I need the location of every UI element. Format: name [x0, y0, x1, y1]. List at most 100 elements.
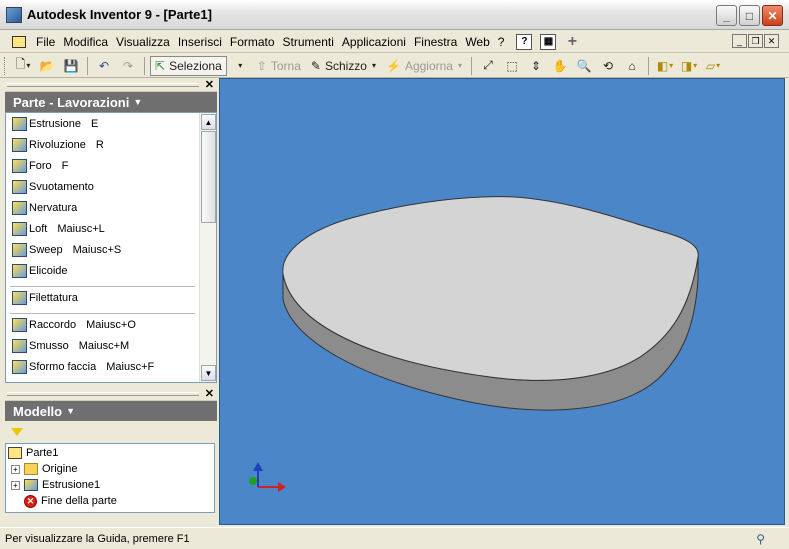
zoom-window-icon[interactable]: ⬚	[501, 56, 523, 76]
end-of-part-icon: ✕	[24, 494, 37, 508]
look-at-icon[interactable]: ⌂	[621, 56, 643, 76]
tree-node-origine[interactable]: + Origine	[6, 461, 214, 477]
inventor-app-icon[interactable]	[6, 6, 22, 23]
return-button[interactable]: ⇧ Torna	[253, 56, 305, 76]
menu-formato[interactable]: Formato	[226, 35, 279, 49]
status-bar: Per visualizzare la Guida, premere F1 ⚲	[0, 527, 789, 549]
select-button[interactable]: ⇱ Seleziona	[150, 55, 227, 76]
sketch-button[interactable]: ✎ Schizzo ▾	[307, 56, 380, 76]
cmd-nervatura[interactable]: Nervatura	[6, 197, 199, 218]
hole-icon	[12, 158, 27, 173]
open-folder-icon[interactable]: 📂	[36, 56, 58, 76]
model-panel-grip[interactable]: ✕	[5, 387, 217, 401]
close-button[interactable]: ✕	[762, 5, 783, 26]
scroll-down-icon[interactable]: ▼	[201, 365, 216, 381]
part-3d-view[interactable]	[220, 79, 785, 525]
tree-node-end-of-part[interactable]: ✕ Fine della parte	[6, 493, 214, 509]
undo-icon[interactable]: ↶	[93, 56, 115, 76]
menu-finestra[interactable]: Finestra	[410, 35, 461, 49]
menu-file[interactable]: File	[32, 35, 59, 49]
model-panel-close-icon[interactable]: ✕	[205, 387, 214, 400]
cmd-filettatura[interactable]: Filettatura	[6, 287, 199, 308]
update-button[interactable]: ⚡ Aggiorna ▾	[382, 56, 466, 76]
maximize-button[interactable]: □	[739, 5, 760, 26]
toolbar-grip[interactable]	[4, 56, 7, 75]
cmd-label: Sformo faccia	[29, 360, 97, 373]
sweep-icon	[12, 242, 27, 257]
cmd-sformo-faccia[interactable]: Sformo faccia Maiusc+F	[6, 356, 199, 377]
model-panel-header[interactable]: Modello ▼	[5, 401, 217, 421]
zoom-icon[interactable]: ⇕	[525, 56, 547, 76]
minimize-button[interactable]: _	[716, 5, 737, 26]
menu-applicazioni[interactable]: Applicazioni	[338, 35, 410, 49]
display-mode-icon[interactable]: ◧ ▾	[654, 56, 676, 76]
zoom-selected-icon[interactable]: 🔍	[573, 56, 595, 76]
menu-visualizza[interactable]: Visualizza	[112, 35, 174, 49]
select-cursor-icon: ⇱	[155, 58, 166, 73]
cmd-rivoluzione[interactable]: Rivoluzione R	[6, 134, 199, 155]
menu-modifica[interactable]: Modifica	[59, 35, 112, 49]
toolbar-separator	[648, 56, 649, 75]
tree-node-estrusione1[interactable]: + Estrusione1	[6, 477, 214, 493]
update-icon: ⚡	[385, 58, 401, 73]
menu-inserisci[interactable]: Inserisci	[174, 35, 226, 49]
coil-icon	[12, 263, 27, 278]
revolve-icon	[12, 137, 27, 152]
extrude-icon	[12, 116, 27, 131]
doc-close-button[interactable]: ✕	[764, 34, 779, 48]
cmd-foro[interactable]: Foro F	[6, 155, 199, 176]
doc-minimize-button[interactable]: _	[732, 34, 747, 48]
doc-restore-button[interactable]: ❐	[748, 34, 763, 48]
pan-icon[interactable]: ✋	[549, 56, 571, 76]
new-file-icon[interactable]: 🗋 ▾	[12, 56, 34, 76]
rotate-icon[interactable]: ⟲	[597, 56, 619, 76]
feature-command-list: Estrusione E Rivoluzione R Foro F Svuotamen…	[5, 112, 217, 383]
folder-icon	[24, 463, 38, 475]
status-text: Per visualizzare la Guida, premere F1	[5, 532, 190, 545]
cmd-elicoide[interactable]: Elicoide	[6, 260, 199, 281]
help-topics-icon[interactable]: ?	[516, 33, 533, 50]
plus-icon[interactable]: +	[564, 33, 580, 50]
expand-icon[interactable]: +	[11, 480, 20, 490]
command-list-scrollbar[interactable]: ▲ ▼	[199, 113, 216, 382]
cmd-raccordo[interactable]: Raccordo Maiusc+O	[6, 314, 199, 335]
cmd-svuotamento[interactable]: Svuotamento	[6, 176, 199, 197]
ground-shadow-icon[interactable]: ▱ ▾	[702, 56, 724, 76]
fillet-icon	[12, 317, 27, 332]
document-window-controls: _ ❐ ✕	[732, 34, 779, 48]
axis-triad	[249, 462, 286, 492]
scroll-up-icon[interactable]: ▲	[201, 114, 216, 130]
cmd-shortcut: Maiusc+M	[78, 339, 130, 352]
document-icon[interactable]	[12, 35, 26, 48]
cmd-label: Smusso	[29, 339, 69, 352]
filter-funnel-icon[interactable]	[11, 428, 23, 436]
cmd-sweep[interactable]: Sweep Maiusc+S	[6, 239, 199, 260]
chamfer-icon	[12, 338, 27, 353]
select-dropdown[interactable]: ▾	[229, 56, 251, 76]
toolbar-separator	[471, 56, 472, 75]
cmd-shortcut: Maiusc+L	[57, 222, 105, 235]
camera-icon[interactable]: ◨ ▾	[678, 56, 700, 76]
shell-icon	[12, 179, 27, 194]
menu-strumenti[interactable]: Strumenti	[279, 35, 338, 49]
thread-icon	[12, 290, 27, 305]
panel-bar-grip[interactable]: ✕	[5, 78, 217, 92]
feature-panel-header[interactable]: Parte - Lavorazioni ▼	[5, 92, 217, 112]
menu-web[interactable]: Web	[461, 35, 493, 49]
menu-help[interactable]: ?	[494, 35, 509, 49]
save-icon[interactable]: 💾	[60, 56, 82, 76]
graphics-viewport[interactable]	[219, 78, 785, 525]
redo-icon[interactable]: ↷	[117, 56, 139, 76]
tree-node-label: Origine	[42, 463, 78, 475]
window-title: Autodesk Inventor 9 - [Parte1]	[27, 7, 212, 22]
expand-icon[interactable]: +	[11, 464, 20, 474]
cmd-loft[interactable]: Loft Maiusc+L	[6, 218, 199, 239]
zoom-all-icon[interactable]: ⤢	[477, 56, 499, 76]
tree-node-label: Estrusione1	[42, 479, 101, 491]
cmd-estrusione[interactable]: Estrusione E	[6, 113, 199, 134]
scroll-thumb[interactable]	[201, 131, 216, 223]
tree-node-part[interactable]: Parte1	[6, 445, 214, 461]
panel-close-icon[interactable]: ✕	[205, 78, 214, 91]
cmd-smusso[interactable]: Smusso Maiusc+M	[6, 335, 199, 356]
grid-icon[interactable]: ▦	[540, 33, 557, 50]
